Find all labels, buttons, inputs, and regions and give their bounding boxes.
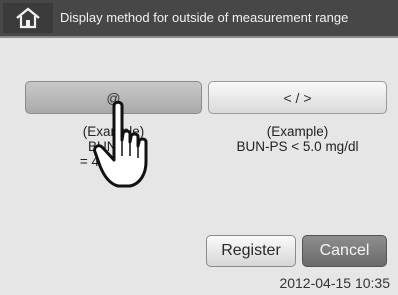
register-button[interactable]: Register [206,235,296,267]
option-lt-gt-label: < / > [283,89,312,106]
hand-pointer-icon [93,100,148,188]
register-label: Register [221,242,281,259]
screen: Display method for outside of measuremen… [0,0,398,295]
cancel-button[interactable]: Cancel [302,235,387,267]
home-icon [16,7,40,29]
header-bar: Display method for outside of measuremen… [0,0,398,38]
example-line: BUN-PS < 5.0 mg/dl [236,139,359,154]
option-lt-gt-button[interactable]: < / > [208,81,387,114]
example-heading: (Example) [266,124,329,139]
page-title: Display method for outside of measuremen… [60,10,349,25]
cancel-label: Cancel [319,242,370,259]
option-lt-gt-example: (Example) BUN-PS < 5.0 mg/dl [208,124,387,154]
datetime-display: 2012-04-15 10:35 [279,275,390,291]
home-button[interactable] [3,3,53,33]
